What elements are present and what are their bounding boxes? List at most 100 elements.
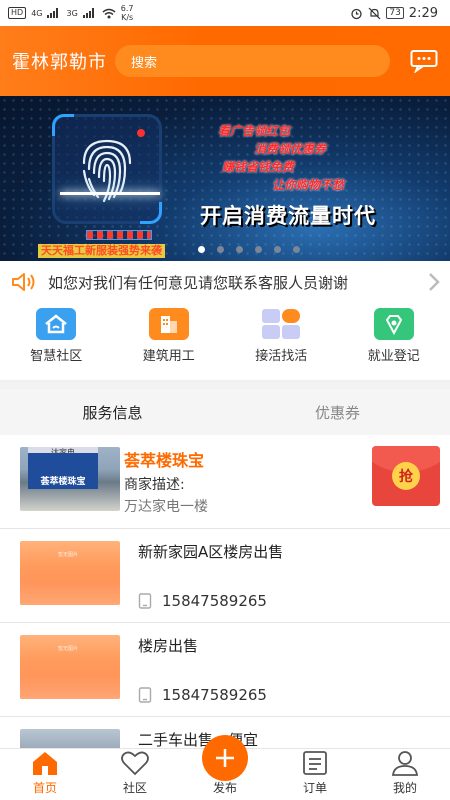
slogan-line: 看广告领红包 [218, 124, 291, 138]
slogan-line: 消费领优惠券 [254, 142, 327, 156]
phone-icon [138, 593, 152, 609]
mute-bell-icon [368, 7, 381, 19]
order-list-icon [303, 751, 327, 775]
list-item-info: 新新家园A区楼房出售 15847589265 [138, 541, 438, 610]
shop-photo: 达家电 荟萃楼珠宝 [20, 447, 120, 511]
phone-number: 15847589265 [162, 592, 267, 610]
speaker-icon [12, 273, 35, 291]
content-tabs: 服务信息 优惠券 [0, 389, 450, 435]
network-4g: 4G [31, 8, 43, 18]
nav-profile[interactable]: 我的 [360, 749, 450, 800]
carousel-dot[interactable] [217, 246, 224, 253]
banner-headline: 开启消费流量时代 [200, 204, 376, 228]
carousel-dot[interactable] [236, 246, 243, 253]
list-item-title: 新新家园A区楼房出售 [138, 543, 284, 561]
battery-level: 73 [386, 7, 404, 19]
placeholder-text: 暂无图片 [58, 646, 79, 652]
list-item-info: 楼房出售 15847589265 [138, 635, 438, 704]
publish-plus-button[interactable] [202, 735, 248, 781]
clock-time: 2:29 [408, 5, 438, 21]
quick-entry-construction[interactable]: 建筑用工 [113, 303, 226, 380]
grid-apps-icon [261, 308, 301, 340]
wifi-icon [102, 8, 116, 18]
carousel-dot[interactable] [198, 246, 205, 253]
nav-label: 订单 [302, 781, 327, 795]
skyline-decor [20, 583, 120, 605]
nav-label: 社区 [122, 781, 147, 795]
list-item[interactable]: 暂无图片 新新家园A区楼房出售 15847589265 [0, 529, 450, 623]
network-3g: 3G [66, 8, 78, 18]
plus-icon [216, 749, 234, 767]
user-icon [391, 751, 419, 776]
scan-line [60, 192, 160, 195]
list-item-title: 二手车出售一便宜 [138, 731, 259, 749]
progress-arrows [86, 230, 152, 240]
quick-entry-label: 智慧社区 [30, 349, 83, 364]
notice-bar[interactable]: 如您对我们有任何意见请您联系客服人员谢谢 [0, 261, 450, 303]
red-packet-button[interactable]: 抢 [372, 446, 440, 506]
nav-label: 发布 [212, 781, 237, 795]
fingerprint-frame [52, 114, 162, 224]
status-bar: HD 4G 3G 6.7 K/s 73 2:29 [0, 0, 450, 26]
nav-label: 我的 [392, 781, 417, 795]
home-icon [33, 752, 57, 775]
carousel-dot[interactable] [274, 246, 281, 253]
phone-number: 15847589265 [162, 686, 267, 704]
placeholder-image: 暂无图片 [20, 541, 120, 605]
nav-community[interactable]: 社区 [90, 749, 180, 800]
status-right: 73 2:29 [350, 6, 438, 21]
phone-row[interactable]: 15847589265 [138, 592, 438, 610]
bottom-nav: 首页 社区 发布 订单 我的 [0, 735, 450, 800]
signal-icon [47, 8, 59, 18]
chevron-right-icon[interactable] [426, 272, 442, 292]
tab-service-info[interactable]: 服务信息 [0, 389, 225, 435]
signal-icon-2 [82, 8, 94, 18]
alarm-icon [351, 8, 362, 19]
nav-publish[interactable]: 发布 [180, 735, 270, 800]
tab-coupons[interactable]: 优惠券 [225, 389, 450, 435]
promo-banner[interactable]: 看广告领红包 消费领优惠券 赚钱省钱免费 让你购物不愁 开启消费流量时代 天天福… [0, 96, 450, 261]
heart-icon [121, 751, 149, 776]
message-icon[interactable] [410, 49, 438, 73]
shop-sign: 荟萃楼珠宝 [28, 453, 98, 489]
list-item[interactable]: 达家电 荟萃楼珠宝 荟萃楼珠宝 商家描述: 万达家电一楼 抢 [0, 435, 450, 529]
app-header: 霍林郭勒市 搜索 [0, 26, 450, 96]
hd-indicator: HD [8, 7, 27, 19]
placeholder-text: 暂无图片 [58, 552, 79, 558]
placeholder-image: 暂无图片 [20, 635, 120, 699]
carousel-dot[interactable] [293, 246, 300, 253]
quick-entry-label: 建筑用工 [142, 349, 195, 364]
net-speed: 6.7 K/s [121, 4, 134, 22]
nav-orders[interactable]: 订单 [270, 749, 360, 800]
list-item[interactable]: 暂无图片 楼房出售 15847589265 [0, 623, 450, 717]
nav-home[interactable]: 首页 [0, 749, 90, 800]
nav-label: 首页 [32, 781, 57, 795]
skyline-decor [20, 677, 120, 699]
phone-row[interactable]: 15847589265 [138, 686, 438, 704]
quick-entry-label: 接活找活 [255, 349, 308, 364]
carousel-dot[interactable] [255, 246, 262, 253]
status-left: HD 4G 3G 6.7 K/s [8, 4, 134, 22]
net-speed-value: 6.7 [120, 4, 134, 13]
city-selector[interactable]: 霍林郭勒市 [12, 48, 107, 74]
quick-entry-smart-community[interactable]: 智慧社区 [0, 303, 113, 380]
register-icon [373, 308, 414, 340]
quick-entry-find-work[interactable]: 接活找活 [225, 303, 338, 380]
home-community-icon [36, 308, 77, 340]
grab-coin-icon: 抢 [392, 462, 420, 490]
quick-entry-row: 智慧社区 建筑用工 接活找活 就业登记 [0, 303, 450, 381]
section-gap [0, 381, 450, 389]
quick-entry-employment[interactable]: 就业登记 [338, 303, 450, 380]
banner-bottom-line: 天天福工新服装强势来袭 [38, 244, 165, 258]
slogan-line: 让你购物不愁 [272, 178, 345, 192]
app-root: HD 4G 3G 6.7 K/s 73 2:29 霍林郭勒市 搜索 看广告领红包… [0, 0, 450, 800]
phone-icon [138, 687, 152, 703]
list-item-title: 楼房出售 [138, 637, 199, 655]
carousel-dots [198, 246, 300, 253]
search-input[interactable]: 搜索 [115, 45, 390, 77]
slogan-line: 赚钱省钱免费 [222, 160, 295, 174]
net-speed-unit: K/s [121, 13, 134, 22]
building-icon [148, 308, 189, 340]
banner-slogans: 看广告领红包 消费领优惠券 赚钱省钱免费 让你购物不愁 [218, 122, 344, 194]
fingerprint-icon [82, 139, 132, 203]
